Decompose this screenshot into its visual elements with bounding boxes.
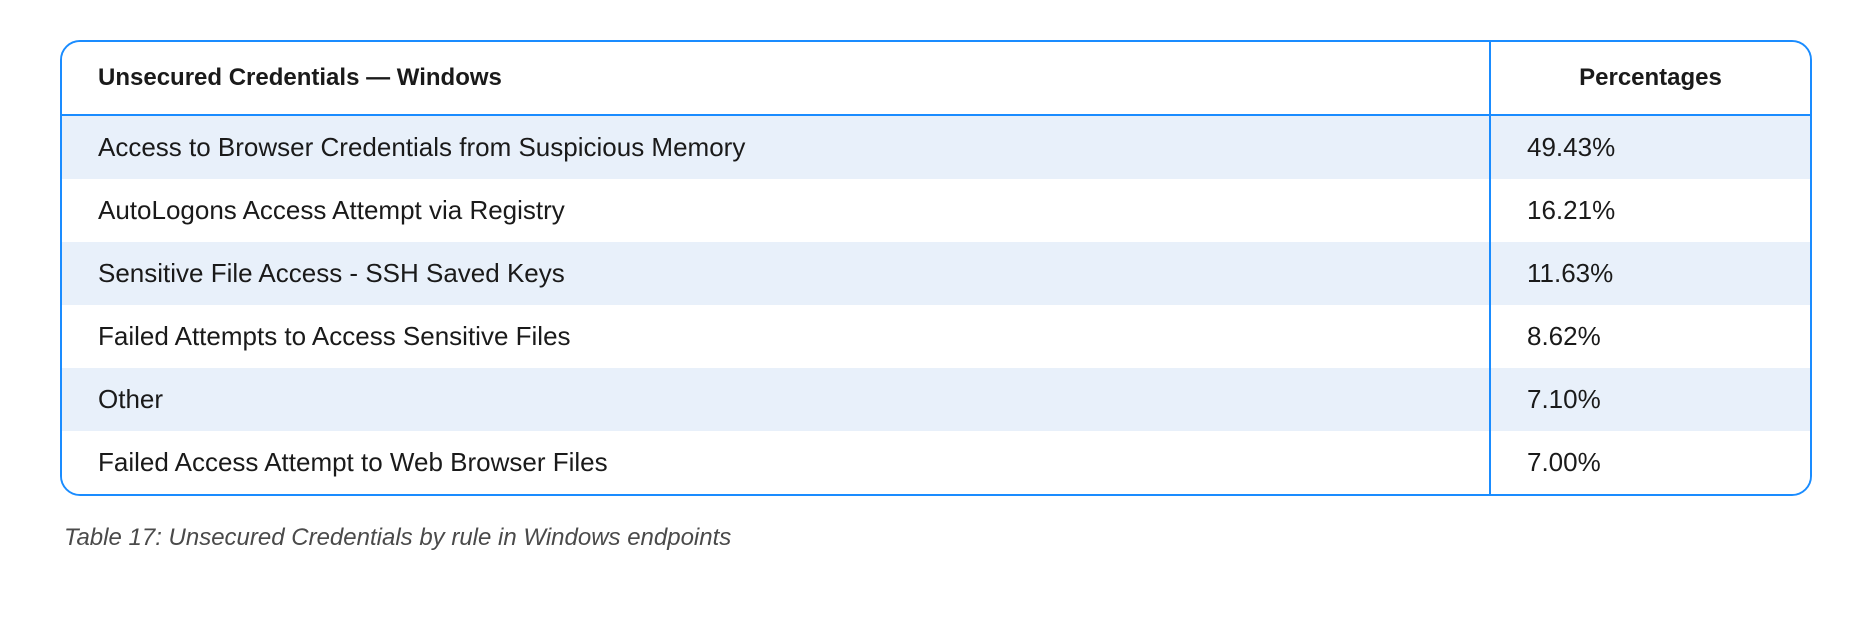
table-row: Other 7.10% bbox=[62, 368, 1810, 431]
row-value: 49.43% bbox=[1490, 115, 1810, 179]
row-label: Sensitive File Access - SSH Saved Keys bbox=[62, 242, 1490, 305]
header-col-label: Unsecured Credentials — Windows bbox=[62, 42, 1490, 115]
row-label: AutoLogons Access Attempt via Registry bbox=[62, 179, 1490, 242]
table-caption: Table 17: Unsecured Credentials by rule … bbox=[60, 524, 1812, 552]
row-value: 8.62% bbox=[1490, 305, 1810, 368]
row-value: 7.10% bbox=[1490, 368, 1810, 431]
table-row: AutoLogons Access Attempt via Registry 1… bbox=[62, 179, 1810, 242]
table-body: Access to Browser Credentials from Suspi… bbox=[62, 115, 1810, 494]
row-label: Other bbox=[62, 368, 1490, 431]
row-label: Failed Attempts to Access Sensitive File… bbox=[62, 305, 1490, 368]
table-row: Failed Access Attempt to Web Browser Fil… bbox=[62, 431, 1810, 494]
table-row: Access to Browser Credentials from Suspi… bbox=[62, 115, 1810, 179]
row-value: 16.21% bbox=[1490, 179, 1810, 242]
table-header-row: Unsecured Credentials — Windows Percenta… bbox=[62, 42, 1810, 115]
credentials-table: Unsecured Credentials — Windows Percenta… bbox=[62, 42, 1810, 494]
row-value: 7.00% bbox=[1490, 431, 1810, 494]
credentials-table-container: Unsecured Credentials — Windows Percenta… bbox=[60, 40, 1812, 496]
row-label: Failed Access Attempt to Web Browser Fil… bbox=[62, 431, 1490, 494]
table-row: Sensitive File Access - SSH Saved Keys 1… bbox=[62, 242, 1810, 305]
header-col-percent: Percentages bbox=[1490, 42, 1810, 115]
row-label: Access to Browser Credentials from Suspi… bbox=[62, 115, 1490, 179]
table-row: Failed Attempts to Access Sensitive File… bbox=[62, 305, 1810, 368]
row-value: 11.63% bbox=[1490, 242, 1810, 305]
